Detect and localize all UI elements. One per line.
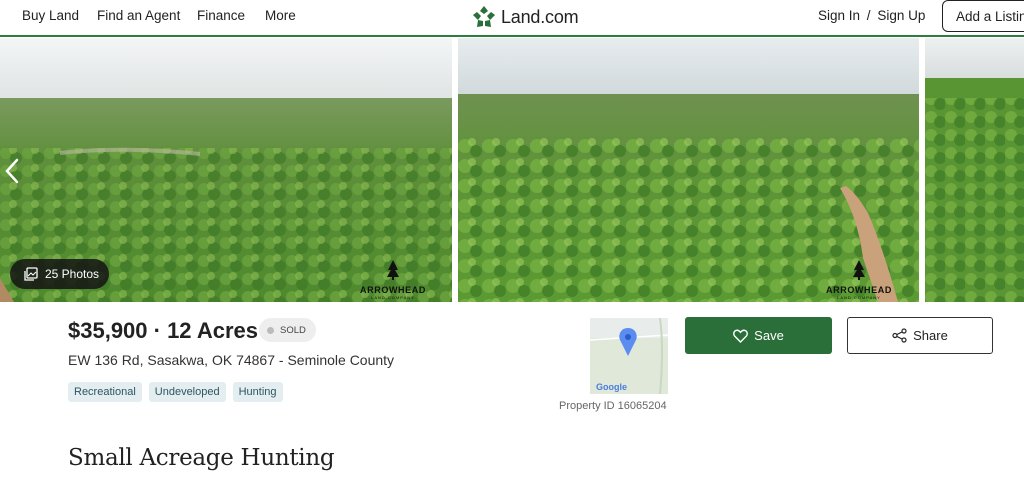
listing-address: EW 136 Rd, Sasakwa, OK 74867 - Seminole … [68,352,395,368]
save-label: Save [754,328,784,343]
add-listing-button[interactable]: Add a Listing [942,0,1024,32]
sign-in-link[interactable]: Sign In [818,8,860,23]
nav-more[interactable]: More [265,8,296,23]
nav-find-agent[interactable]: Find an Agent [97,8,180,23]
property-id: Property ID 16065204 [559,400,667,412]
status-badge: SOLD [259,318,316,342]
nav-buy-land[interactable]: Buy Land [22,8,79,23]
chevron-left-icon[interactable] [2,156,22,186]
arrowhead-tree-icon [387,260,399,280]
land-logo-icon [473,6,495,27]
map-thumbnail[interactable]: Google [590,318,668,394]
photo-gallery: 25 Photos ARROWHEAD LAND COMPANY ARROWHE… [0,38,1024,302]
site-logo[interactable]: Land.com [472,4,579,30]
view-photos-button[interactable]: 25 Photos [10,259,109,289]
arrowhead-tree-icon [853,260,865,280]
share-label: Share [913,328,948,343]
watermark-logo-2: ARROWHEAD LAND COMPANY [823,260,895,300]
tag-hunting[interactable]: Hunting [232,382,283,402]
heart-icon [733,329,749,343]
auth-separator: / [866,8,871,23]
tag-undeveloped[interactable]: Undeveloped [148,382,226,402]
logo-text: Land.com [501,6,579,27]
listing-tags: Recreational Undeveloped Hunting [68,382,283,402]
photo-count: 25 Photos [45,267,100,281]
sign-in-area: Sign In / Sign Up [818,8,925,23]
photo-gallery-icon [24,267,38,281]
tag-recreational[interactable]: Recreational [68,382,142,402]
map-provider-label: Google [596,382,627,392]
watermark-sub: LAND COMPANY [371,295,415,300]
watermark-name: ARROWHEAD [360,285,426,295]
share-icon [892,328,907,343]
status-label: SOLD [280,324,306,336]
status-dot-icon [267,326,274,334]
share-button[interactable]: Share [847,317,993,354]
listing-title: Small Acreage Hunting [68,445,335,471]
watermark-logo: ARROWHEAD LAND COMPANY [357,260,429,300]
nav-finance[interactable]: Finance [197,8,245,23]
watermark-name: ARROWHEAD [826,285,892,295]
watermark-sub: LAND COMPANY [837,295,881,300]
site-header: Buy Land Find an Agent Finance More Land… [0,0,1024,37]
gallery-photo-3[interactable] [925,38,1024,302]
listing-price-acres: $35,900 · 12 Acres [68,318,258,343]
save-button[interactable]: Save [685,317,832,354]
sign-up-link[interactable]: Sign Up [877,8,925,23]
